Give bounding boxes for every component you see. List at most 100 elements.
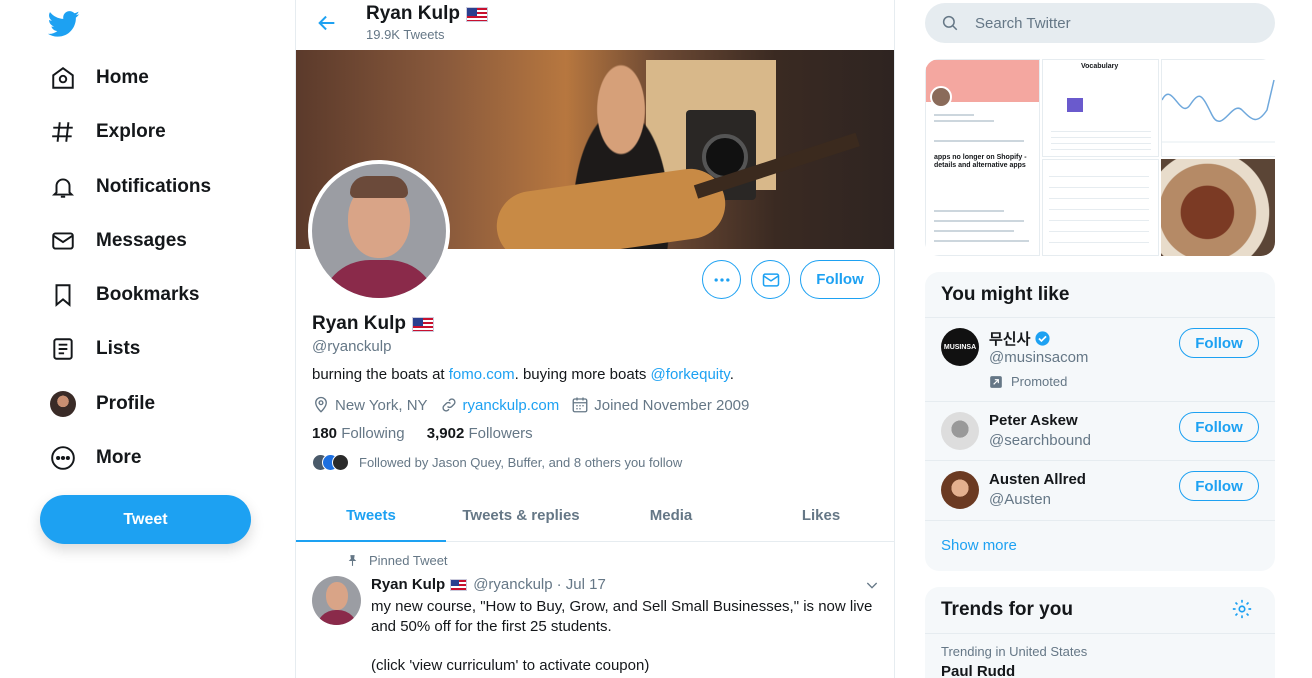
nav-profile[interactable]: Profile (48, 384, 155, 424)
header-name: Ryan Kulp (366, 3, 488, 25)
followers-count: 3,902 (426, 425, 465, 442)
chevron-down-icon[interactable] (864, 577, 880, 593)
trends-panel: Trends for you Trending in United States… (925, 587, 1275, 678)
bio-text: . buying more boats (514, 366, 651, 383)
tweet-button[interactable]: Tweet (40, 495, 251, 544)
pinned-label: Pinned Tweet (346, 553, 448, 568)
tab-tweets[interactable]: Tweets (296, 489, 446, 542)
profile-name: Ryan Kulp (312, 313, 434, 335)
link-icon (441, 398, 456, 412)
bio-text: . (729, 366, 734, 383)
nav-label: Notifications (96, 176, 212, 197)
suggestion-item[interactable]: Peter Askew @searchbound Follow (925, 402, 1275, 461)
bell-icon (48, 172, 78, 202)
profile-meta: New York, NY ryanckulp.com Joined Novemb… (312, 396, 761, 414)
pinned-label-text: Pinned Tweet (369, 553, 448, 568)
location-pin-icon (315, 396, 327, 413)
panel-title: You might like (925, 272, 1275, 318)
media-thumb[interactable]: apps no longer on Shopify - details and … (925, 59, 1040, 256)
bio-text: burning the boats at (312, 366, 449, 383)
tab-media[interactable]: Media (596, 489, 746, 541)
media-thumb[interactable] (1161, 159, 1275, 256)
nav-explore[interactable]: Explore (48, 112, 166, 152)
suggestion-name: Peter Askew (989, 412, 1078, 429)
search-bar[interactable] (925, 3, 1275, 43)
promoted-icon (990, 375, 1002, 388)
profile-bio: burning the boats at fomo.com. buying mo… (312, 366, 734, 383)
nav-messages[interactable]: Messages (48, 221, 187, 261)
following-count: 180 (312, 425, 338, 442)
tweet-avatar[interactable] (312, 576, 361, 625)
tweet-text: my new course, "How to Buy, Grow, and Se… (371, 598, 873, 674)
nav-label: Explore (96, 121, 166, 142)
us-flag-icon (465, 6, 488, 22)
tweet-date[interactable]: · Jul 17 (557, 576, 606, 593)
follow-button[interactable]: Follow (1179, 412, 1259, 442)
media-preview-grid[interactable]: apps no longer on Shopify - details and … (925, 59, 1275, 256)
following-count-link[interactable]: 180 Following (312, 425, 405, 442)
more-circle-icon (48, 443, 78, 473)
nav-home[interactable]: Home (48, 58, 149, 98)
tab-tweets-replies[interactable]: Tweets & replies (446, 489, 596, 541)
joined-text: Joined November 2009 (594, 396, 750, 414)
bio-link-fomo[interactable]: fomo.com (449, 366, 515, 383)
suggestion-item[interactable]: Austen Allred @Austen Follow (925, 461, 1275, 521)
followed-by[interactable]: Followed by Jason Quey, Buffer, and 8 ot… (312, 454, 682, 471)
media-thumb-title: Vocabulary (1081, 63, 1119, 70)
suggestion-avatar: MUSINSA (941, 328, 979, 366)
nav-lists[interactable]: Lists (48, 329, 140, 369)
pin-icon (348, 555, 357, 566)
profile-website: ryanckulp.com (440, 396, 560, 414)
media-thumb[interactable] (1042, 159, 1159, 256)
profile-tabs: Tweets Tweets & replies Media Likes (296, 489, 894, 542)
media-thumb[interactable] (1161, 59, 1275, 157)
nav-more[interactable]: More (48, 438, 141, 478)
envelope-icon (48, 226, 78, 256)
tab-likes[interactable]: Likes (746, 489, 894, 541)
nav-label: Home (96, 67, 149, 88)
more-dots-icon (714, 277, 729, 282)
suggestion-item[interactable]: MUSINSA 무신사 @musinsacom Promoted Follow (925, 318, 1275, 402)
search-input[interactable] (975, 14, 1255, 32)
header-tweet-count: 19.9K Tweets (366, 27, 445, 42)
media-thumb[interactable]: Vocabulary (1042, 59, 1159, 157)
trend-name[interactable]: Paul Rudd (941, 663, 1015, 678)
website-link[interactable]: ryanckulp.com (463, 397, 560, 414)
tweet-author-name[interactable]: Ryan Kulp (371, 576, 445, 593)
envelope-icon (762, 272, 779, 287)
nav-label: Lists (96, 338, 141, 359)
verified-badge-icon (1035, 331, 1050, 346)
left-nav: Home Explore Notifications Messages Book… (0, 0, 296, 678)
follow-button[interactable]: Follow (800, 260, 880, 299)
nav-label: Messages (96, 230, 187, 251)
nav-label: More (96, 447, 142, 468)
back-arrow-icon[interactable] (316, 12, 338, 34)
gear-icon[interactable] (1231, 598, 1253, 620)
who-to-follow-panel: You might like MUSINSA 무신사 @musinsacom P… (925, 272, 1275, 571)
follow-button[interactable]: Follow (1179, 471, 1259, 501)
follow-button[interactable]: Follow (1179, 328, 1259, 358)
followers-label: Followers (468, 425, 533, 442)
suggestion-handle: @searchbound (989, 432, 1091, 449)
suggestion-name: Austen Allred (989, 471, 1086, 488)
calendar-icon (572, 397, 588, 413)
profile-handle: @ryanckulp (312, 338, 392, 355)
message-button[interactable] (751, 260, 790, 299)
location-text: New York, NY (335, 396, 428, 414)
suggestion-name: 무신사 (989, 328, 1051, 349)
search-icon (942, 15, 958, 31)
followers-count-link[interactable]: 3,902 Followers (427, 425, 533, 442)
nav-notifications[interactable]: Notifications (48, 167, 211, 207)
show-more-link[interactable]: Show more (941, 537, 1017, 554)
suggestion-handle: @Austen (989, 491, 1051, 508)
nav-label: Profile (96, 393, 156, 414)
profile-joined: Joined November 2009 (571, 396, 749, 414)
nav-bookmarks[interactable]: Bookmarks (48, 275, 200, 315)
list-icon (48, 334, 78, 364)
home-icon (48, 63, 78, 93)
profile-avatar[interactable] (308, 160, 450, 302)
profile-column: Ryan Kulp 19.9K Tweets Follow Ryan Kulp … (295, 0, 895, 678)
more-options-button[interactable] (702, 260, 741, 299)
bio-link-forkequity[interactable]: @forkequity (651, 366, 730, 383)
twitter-logo-icon[interactable] (48, 8, 80, 40)
